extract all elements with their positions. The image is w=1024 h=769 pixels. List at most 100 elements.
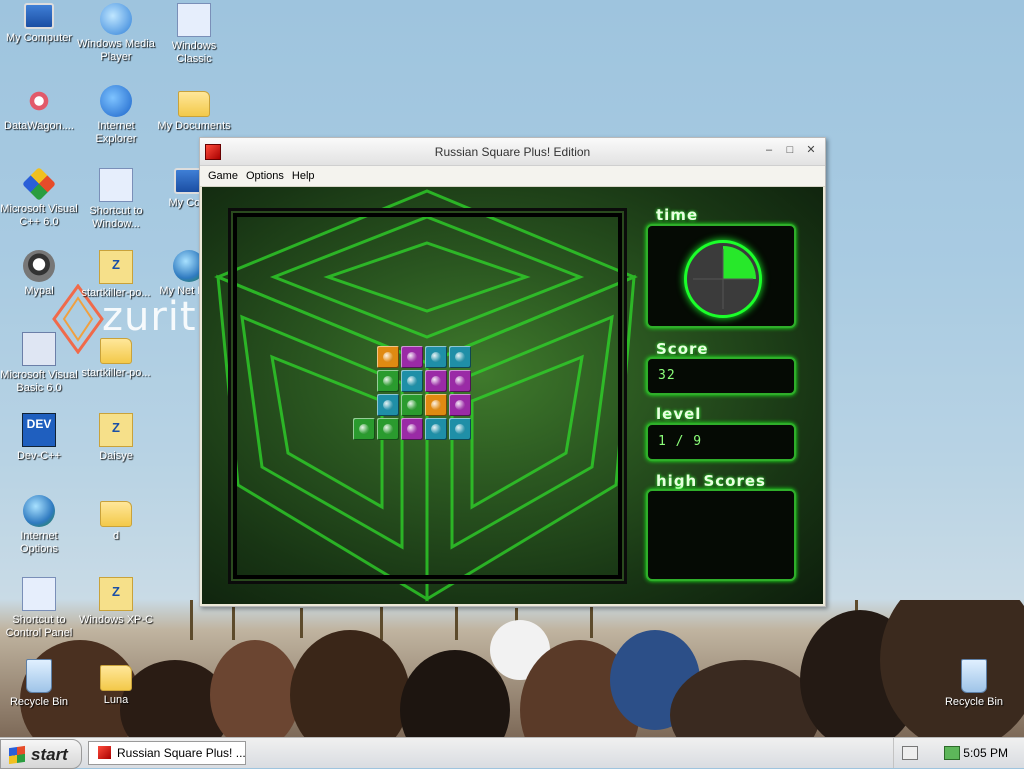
desktop-icon-label: Luna xyxy=(103,694,129,706)
block-purple xyxy=(401,346,423,368)
desktop-icon-recycle-bin-2[interactable]: Recycle Bin xyxy=(935,659,1013,709)
score-panel: 32 xyxy=(646,357,796,395)
recycle-bin-icon xyxy=(961,659,987,693)
windows-logo-icon xyxy=(9,745,25,765)
mypal-icon xyxy=(23,250,55,282)
network-tray-icon[interactable] xyxy=(944,746,960,760)
visual-cpp-icon xyxy=(22,167,56,201)
desktop-icon-internet-explorer[interactable]: Internet Explorer xyxy=(77,85,155,146)
desktop-icon-label: Microsoft Visual Basic 6.0 xyxy=(0,369,78,394)
start-button[interactable]: start xyxy=(0,739,82,769)
zip-folder-icon: Z xyxy=(99,250,133,284)
datawagon-icon xyxy=(23,85,55,117)
timer-dial-graphic xyxy=(693,246,756,309)
desktop-icon-label: My Documents xyxy=(157,120,231,132)
score-value: 32 xyxy=(658,368,676,383)
desktop-icon-control-panel[interactable]: Shortcut to Control Panel xyxy=(0,577,78,640)
block-purple xyxy=(449,394,471,416)
desktop-icon-luna[interactable]: Luna xyxy=(77,659,155,707)
block-purple xyxy=(401,418,423,440)
window-titlebar[interactable]: Russian Square Plus! Edition – □ ✕ xyxy=(200,138,825,166)
menu-options[interactable]: Options xyxy=(242,170,288,182)
block-cyan xyxy=(449,418,471,440)
desktop-icon-label: Recycle Bin xyxy=(944,696,1004,708)
zip-folder-icon: Z xyxy=(99,413,133,447)
app-cube-icon xyxy=(98,746,111,759)
desktop-icon-windows-xp-c[interactable]: Z Windows XP-C xyxy=(77,577,155,627)
desktop-icon-my-documents[interactable]: My Documents xyxy=(155,85,233,133)
desktop-icon-media-player[interactable]: Windows Media Player xyxy=(77,3,155,64)
system-tray: 5:05 PM xyxy=(893,738,1024,768)
desktop-icon-label: startkiller-po... xyxy=(81,367,151,379)
internet-options-icon xyxy=(23,495,55,527)
my-computer-icon xyxy=(24,3,54,29)
folder-icon xyxy=(100,501,132,527)
visual-basic-icon xyxy=(22,332,56,366)
taskbar: start Russian Square Plus! ... 5:05 PM xyxy=(0,737,1024,769)
time-panel xyxy=(646,224,796,328)
my-documents-icon xyxy=(178,91,210,117)
high-scores-label: high Scores xyxy=(656,472,766,490)
block-cyan xyxy=(425,418,447,440)
desktop-icon-mypal[interactable]: Mypal xyxy=(0,250,78,298)
desktop-icon-label: Windows XP-C xyxy=(79,614,153,626)
minimize-button[interactable]: – xyxy=(762,143,776,157)
desktop-icon-datawagon[interactable]: DataWagon.... xyxy=(0,85,78,133)
desktop-icon-label: Shortcut to Control Panel xyxy=(5,614,73,639)
desktop-icon-shortcut-window[interactable]: Shortcut to Window... xyxy=(77,168,155,231)
desktop-icon-label: Shortcut to Window... xyxy=(89,205,143,230)
desktop-icon-label: d xyxy=(112,530,120,542)
shortcut-window-icon xyxy=(99,168,133,202)
start-label: start xyxy=(31,745,68,764)
desktop-icon-label: Dev-C++ xyxy=(16,450,62,462)
block-cyan xyxy=(377,394,399,416)
windows-classic-icon xyxy=(177,3,211,37)
score-label: Score xyxy=(656,340,709,358)
desktop-icon-dev-cpp[interactable]: DEV Dev-C++ xyxy=(0,413,78,463)
desktop-icon-label: startkiller-po... xyxy=(81,287,151,299)
menu-game[interactable]: Game xyxy=(204,170,242,182)
desktop-icon-internet-options[interactable]: Internet Options xyxy=(0,495,78,556)
level-panel: 1 / 9 xyxy=(646,423,796,461)
keyboard-icon[interactable] xyxy=(902,746,918,760)
maximize-button[interactable]: □ xyxy=(783,143,797,157)
desktop-icon-windows-classic[interactable]: Windows Classic xyxy=(155,3,233,66)
block-green xyxy=(377,418,399,440)
game-area: time Score 32 level 1 / 9 high Scores xyxy=(202,187,823,604)
desktop-icon-daisye[interactable]: Z Daisye xyxy=(77,413,155,463)
desktop-icon-my-computer[interactable]: My Computer xyxy=(0,3,78,45)
desktop-icon-d[interactable]: d xyxy=(77,495,155,543)
zip-folder-icon: Z xyxy=(99,577,133,611)
menu-bar: Game Options Help xyxy=(200,166,825,187)
desktop-icon-label: Microsoft Visual C++ 6.0 xyxy=(0,203,78,228)
desktop-icon-recycle-bin[interactable]: Recycle Bin xyxy=(0,659,78,709)
block-cyan xyxy=(425,346,447,368)
taskbar-button-label: Russian Square Plus! ... xyxy=(117,746,246,760)
level-label: level xyxy=(656,405,702,423)
recycle-bin-icon xyxy=(26,659,52,693)
high-scores-panel xyxy=(646,489,796,581)
menu-help[interactable]: Help xyxy=(288,170,319,182)
clock[interactable]: 5:05 PM xyxy=(963,746,1008,760)
control-panel-icon xyxy=(22,577,56,611)
taskbar-button-russian-square[interactable]: Russian Square Plus! ... xyxy=(88,741,246,765)
desktop-icon-visual-basic[interactable]: Microsoft Visual Basic 6.0 xyxy=(0,332,78,395)
desktop-icon-visual-cpp[interactable]: Microsoft Visual C++ 6.0 xyxy=(0,167,78,229)
block-cyan xyxy=(401,370,423,392)
media-player-icon xyxy=(100,3,132,35)
window-title: Russian Square Plus! Edition xyxy=(434,145,591,159)
block-green xyxy=(353,418,375,440)
desktop-icon-label: My Computer xyxy=(5,32,73,44)
block-green xyxy=(401,394,423,416)
desktop-icon-label: Windows Classic xyxy=(171,40,217,65)
dev-cpp-icon: DEV xyxy=(22,413,56,447)
desktop-icon-startkiller-zip[interactable]: Z startkiller-po... xyxy=(77,250,155,300)
desktop-icon-label: Internet Options xyxy=(20,530,58,555)
desktop-icon-startkiller-folder[interactable]: startkiller-po... xyxy=(77,332,155,380)
desktop-icon-label: Recycle Bin xyxy=(9,696,69,708)
close-button[interactable]: ✕ xyxy=(804,143,818,157)
time-label: time xyxy=(656,206,699,224)
internet-explorer-icon xyxy=(100,85,132,117)
timer-dial xyxy=(684,240,762,318)
desktop-icon-label: Windows Media Player xyxy=(77,38,155,63)
